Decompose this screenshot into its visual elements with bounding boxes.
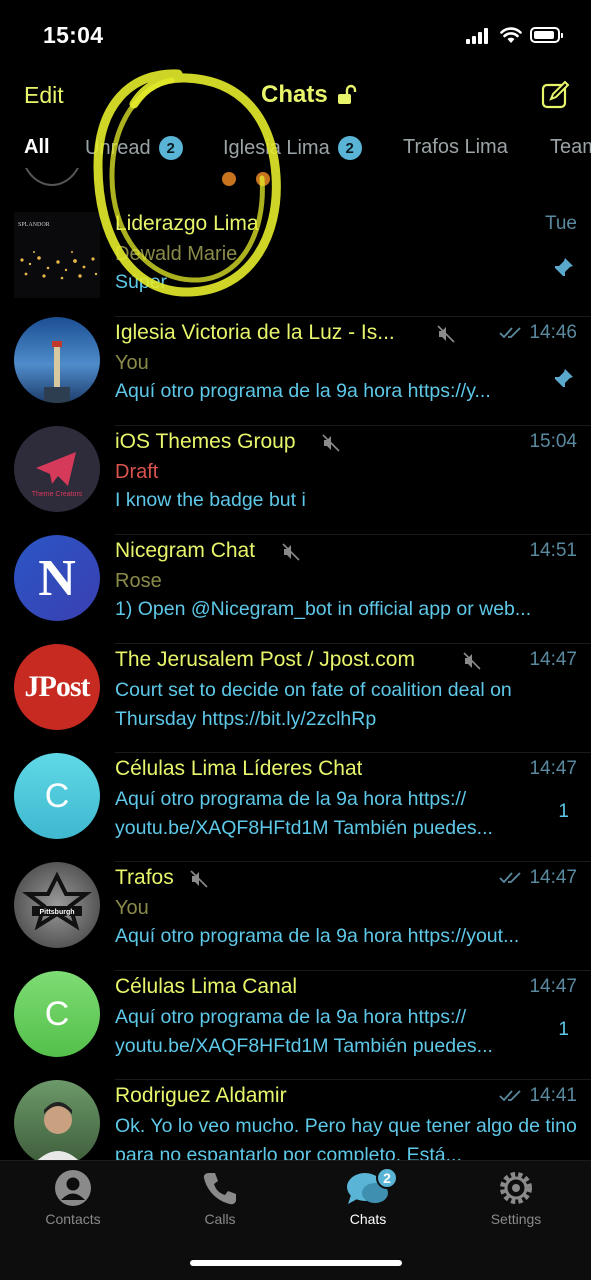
- edit-button[interactable]: Edit: [24, 82, 64, 109]
- read-checkmarks-icon: [499, 872, 522, 884]
- chat-row[interactable]: Iglesia Victoria de la Luz - Is... 14:46…: [0, 317, 591, 426]
- chat-sender: Dewald Marie: [115, 243, 238, 265]
- chat-time: 14:47: [529, 649, 577, 670]
- pin-icon: [554, 258, 573, 277]
- chat-row[interactable]: Theme Creators iOS Themes Group 15:04 Dr…: [0, 426, 591, 535]
- tab-all[interactable]: All: [24, 136, 50, 159]
- muted-icon: [437, 325, 455, 343]
- chat-name: Células Lima Líderes Chat: [115, 757, 363, 780]
- partial-row: [0, 168, 591, 196]
- chat-message: Aquí otro programa de la 9a hora https:/…: [115, 788, 493, 839]
- battery-icon: [530, 27, 563, 43]
- chat-list[interactable]: SPLANDOR Liderazgo Lima Tue Dewald Marie…: [0, 168, 591, 1160]
- chat-message: 1) Open @Nicegram_bot in official app or…: [115, 598, 532, 620]
- chat-message: I know the badge but i: [115, 489, 306, 511]
- chat-message: Court set to decide on fate of coalition…: [115, 679, 512, 730]
- chat-row[interactable]: JPost The Jerusalem Post / Jpost.com 14:…: [0, 644, 591, 753]
- avatar: N: [14, 535, 100, 621]
- read-checkmarks-icon: [499, 1090, 522, 1102]
- chat-time: 14:47: [499, 867, 577, 889]
- tab-settings[interactable]: Settings: [456, 1169, 576, 1227]
- muted-icon: [190, 870, 208, 888]
- phone-icon: [203, 1173, 236, 1205]
- chat-row[interactable]: C Células Lima Líderes Chat 14:47 Aquí o…: [0, 753, 591, 862]
- avatar: Pittsburgh: [14, 862, 100, 948]
- chat-time: 14:47: [529, 976, 577, 997]
- draft-label: Draft: [115, 461, 159, 483]
- tab-calls[interactable]: Calls: [160, 1169, 280, 1227]
- chat-name: Nicegram Chat: [115, 539, 256, 562]
- chat-name: Iglesia Victoria de la Luz - Is...: [115, 321, 395, 344]
- muted-icon: [463, 652, 481, 670]
- chat-sender: You: [115, 897, 149, 919]
- svg-text:SPLANDOR: SPLANDOR: [18, 222, 50, 228]
- status-bar: 15:04: [0, 0, 591, 70]
- unread-badge: 2: [337, 136, 362, 160]
- tab-chats[interactable]: Chats 2: [308, 1167, 428, 1227]
- home-indicator: [190, 1260, 402, 1266]
- tab-team[interactable]: Team: [550, 136, 591, 159]
- chat-name: Células Lima Canal: [115, 975, 298, 998]
- avatar: Theme Creators: [14, 426, 100, 512]
- avatar: [14, 1080, 100, 1160]
- tab-trafos-lima[interactable]: Trafos Lima: [403, 136, 508, 159]
- chat-name: Liderazgo Lima: [115, 212, 259, 235]
- lock-open-icon[interactable]: [336, 84, 358, 106]
- tab-contacts[interactable]: Contacts: [13, 1169, 133, 1227]
- chat-name: Rodriguez Aldamir: [115, 1084, 287, 1107]
- chat-name: Trafos: [115, 866, 174, 889]
- filter-tabs: All Unread 2 Iglesia Lima 2 Trafos Lima Te…: [0, 132, 591, 166]
- chat-message: Aquí otro programa de la 9a hora https:/…: [115, 925, 520, 947]
- avatar-caption: Pittsburgh: [40, 909, 75, 916]
- wifi-icon: [500, 27, 522, 43]
- contacts-icon: [55, 1170, 91, 1206]
- chat-name: iOS Themes Group: [115, 430, 296, 453]
- chat-message: Súper: [115, 271, 168, 293]
- chat-time: 14:41: [499, 1085, 577, 1107]
- chat-time: 14:51: [529, 540, 577, 561]
- unread-badge: 2: [158, 136, 183, 160]
- chat-time: 15:04: [529, 431, 577, 452]
- read-checkmarks-icon: [499, 327, 522, 339]
- chat-message: Ok. Yo lo veo mucho. Pero hay que tener …: [115, 1115, 577, 1160]
- avatar: C: [14, 971, 100, 1057]
- chat-message: Aquí otro programa de la 9a hora https:/…: [115, 380, 491, 402]
- chat-row[interactable]: N Nicegram Chat 14:51 Rose 1) Open @Nice…: [0, 535, 591, 644]
- chats-badge: 2: [376, 1167, 398, 1189]
- chat-sender: You: [115, 352, 149, 374]
- chat-row[interactable]: SPLANDOR Liderazgo Lima Tue Dewald Marie…: [0, 208, 591, 317]
- chat-row[interactable]: Rodriguez Aldamir 14:41 Ok. Yo lo veo mu…: [0, 1080, 591, 1160]
- page-title: Chats: [261, 81, 328, 108]
- compose-icon[interactable]: [540, 80, 570, 110]
- muted-icon: [282, 543, 300, 561]
- gear-icon: [500, 1172, 532, 1204]
- avatar: JPost: [14, 644, 100, 730]
- chat-time: 14:46: [499, 322, 577, 344]
- chat-time: Tue: [544, 213, 577, 234]
- chat-time: 14:47: [529, 758, 577, 779]
- avatar: C: [14, 753, 100, 839]
- signal-icon: [466, 28, 490, 44]
- avatar-caption: Theme Creators: [32, 491, 83, 498]
- unread-count: 1: [558, 1019, 569, 1040]
- chat-name: The Jerusalem Post / Jpost.com: [115, 648, 415, 671]
- chat-message: Aquí otro programa de la 9a hora https:/…: [115, 1006, 493, 1057]
- unread-count: 1: [558, 801, 569, 822]
- tab-iglesia-lima[interactable]: Iglesia Lima 2: [223, 136, 362, 160]
- muted-icon: [322, 434, 340, 452]
- tab-unread[interactable]: Unread 2: [85, 136, 183, 160]
- pin-icon: [554, 369, 573, 388]
- status-time: 15:04: [43, 22, 104, 48]
- chat-row[interactable]: C Células Lima Canal 14:47 Aquí otro pro…: [0, 971, 591, 1080]
- chat-sender: Rose: [115, 570, 162, 592]
- chat-row[interactable]: Pittsburgh Trafos 14:47 You Aquí otro pr…: [0, 862, 591, 971]
- avatar: [14, 317, 100, 403]
- avatar: SPLANDOR: [14, 212, 100, 298]
